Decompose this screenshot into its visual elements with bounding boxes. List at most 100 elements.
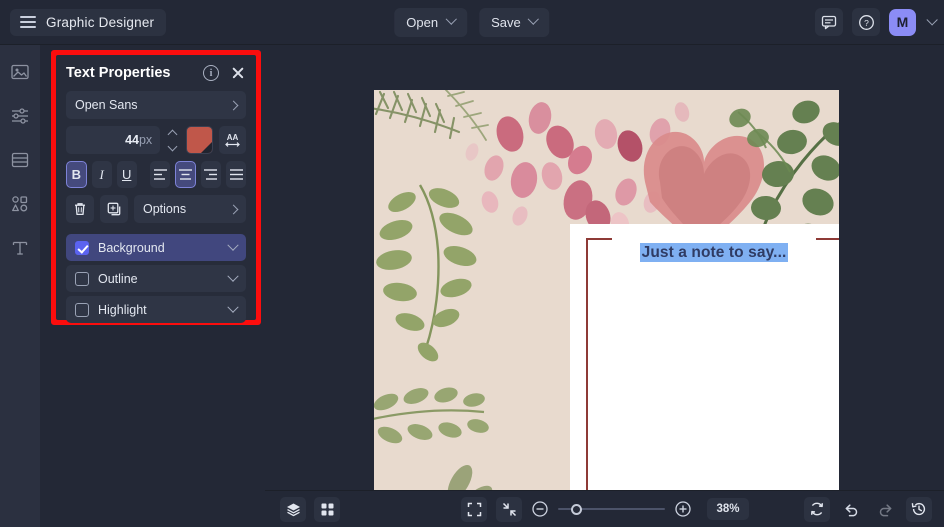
font-size-unit: px <box>138 133 153 147</box>
reset-button[interactable] <box>804 496 830 522</box>
align-center-button[interactable] <box>175 161 196 188</box>
image-icon <box>11 64 29 80</box>
align-left-icon <box>153 169 167 180</box>
open-button[interactable]: Open <box>394 7 468 37</box>
undo-button[interactable] <box>838 497 864 522</box>
undo-icon <box>845 503 857 516</box>
options-label: Options <box>143 202 187 216</box>
accordion-label: Highlight <box>98 302 147 317</box>
accordion-label: Outline <box>98 271 138 286</box>
zoom-in-icon <box>675 501 691 517</box>
duplicate-button[interactable] <box>100 195 128 223</box>
canvas-area[interactable]: Just a note to say... <box>265 45 944 490</box>
top-right-actions: ? M <box>815 8 938 36</box>
zoom-slider-thumb[interactable] <box>570 504 582 515</box>
fit-screen-icon <box>467 502 481 516</box>
svg-text:AA: AA <box>227 133 239 142</box>
comment-button[interactable] <box>815 8 843 36</box>
chevron-down-icon <box>227 239 239 251</box>
options-row: Options <box>66 195 246 223</box>
bottom-bar: 38% <box>265 490 944 527</box>
top-bar: Graphic Designer Open Save ? M <box>0 0 944 45</box>
artboard[interactable]: Just a note to say... <box>374 90 839 490</box>
sidebar-item-templates[interactable] <box>9 149 31 171</box>
card-corner-right <box>816 238 839 490</box>
comment-icon <box>821 15 837 30</box>
outline-checkbox[interactable] <box>75 271 89 286</box>
sidebar-item-elements[interactable] <box>9 193 31 215</box>
grid-icon <box>321 503 333 515</box>
grid-button[interactable] <box>314 496 340 522</box>
history-button[interactable] <box>906 496 932 522</box>
letter-spacing-icon: AA <box>225 133 240 147</box>
font-family-select[interactable]: Open Sans <box>66 91 246 119</box>
app-title: Graphic Designer <box>46 14 155 30</box>
zoom-controls: 38% <box>461 496 749 522</box>
swatch-corner-indicator <box>200 142 212 153</box>
hamburger-icon <box>20 16 36 28</box>
sidebar-item-adjustments[interactable] <box>9 105 31 127</box>
svg-text:?: ? <box>864 18 869 28</box>
save-label: Save <box>491 14 521 30</box>
info-icon[interactable]: i <box>203 65 219 81</box>
open-label: Open <box>406 14 439 30</box>
bold-button[interactable]: B <box>66 161 87 188</box>
text-properties-panel-highlight: Text Properties i Open Sans 44 px AA B I… <box>51 50 261 325</box>
align-justify-button[interactable] <box>225 161 247 188</box>
collapse-icon <box>502 502 516 516</box>
underline-button[interactable]: U <box>116 161 137 188</box>
sidebar-item-images[interactable] <box>9 61 31 83</box>
fit-screen-button[interactable] <box>461 496 487 522</box>
collapse-button[interactable] <box>496 496 522 522</box>
save-button[interactable]: Save <box>479 7 550 37</box>
app-root: Graphic Designer Open Save ? M Text Prop… <box>0 0 944 527</box>
sidebar-item-text[interactable] <box>9 237 31 259</box>
accordion-highlight[interactable]: Highlight <box>66 296 246 323</box>
zoom-in-button[interactable] <box>674 500 692 518</box>
highlight-checkbox[interactable] <box>75 302 89 317</box>
font-family-row: Open Sans <box>66 91 246 119</box>
zoom-out-button[interactable] <box>531 500 549 518</box>
help-circle-icon: ? <box>858 14 874 30</box>
letter-spacing-button[interactable]: AA <box>218 126 246 154</box>
background-checkbox[interactable] <box>75 240 89 255</box>
sliders-icon <box>12 108 28 124</box>
zoom-level-value[interactable]: 38% <box>707 498 749 520</box>
redo-button[interactable] <box>872 497 898 522</box>
font-size-value: 44 <box>125 133 139 147</box>
layers-icon <box>286 503 300 516</box>
text-color-swatch[interactable] <box>185 126 213 154</box>
bottom-left-actions <box>280 496 340 522</box>
text-properties-panel: Text Properties i Open Sans 44 px AA B I… <box>56 55 256 323</box>
zoom-slider[interactable] <box>558 500 665 518</box>
history-icon <box>911 502 926 516</box>
accordion-background[interactable]: Background <box>66 234 246 261</box>
redo-icon <box>879 503 891 516</box>
font-size-stepper[interactable] <box>166 126 180 154</box>
font-size-row: 44 px AA <box>66 126 246 154</box>
note-text-element[interactable]: Just a note to say... <box>570 243 839 262</box>
italic-button[interactable]: I <box>91 161 112 188</box>
accordion-outline[interactable]: Outline <box>66 265 246 292</box>
shapes-icon <box>12 196 28 212</box>
top-center-actions: Open Save <box>394 7 550 37</box>
note-card[interactable]: Just a note to say... <box>570 224 839 490</box>
align-left-button[interactable] <box>150 161 171 188</box>
close-icon[interactable] <box>230 65 246 81</box>
align-justify-icon <box>229 169 243 180</box>
font-size-input[interactable]: 44 px <box>66 126 161 154</box>
format-row: B I U <box>66 161 247 188</box>
layers-button[interactable] <box>280 496 306 522</box>
chevron-down-icon[interactable] <box>926 14 938 26</box>
align-right-button[interactable] <box>200 161 221 188</box>
options-button[interactable]: Options <box>134 195 246 223</box>
brand-menu-button[interactable]: Graphic Designer <box>10 8 167 36</box>
help-button[interactable]: ? <box>852 8 880 36</box>
delete-button[interactable] <box>66 195 94 223</box>
text-icon <box>12 241 28 255</box>
avatar[interactable]: M <box>889 8 916 36</box>
panel-header: Text Properties i <box>66 65 246 81</box>
note-text-value: Just a note to say... <box>639 243 789 262</box>
chevron-right-icon <box>228 100 239 110</box>
